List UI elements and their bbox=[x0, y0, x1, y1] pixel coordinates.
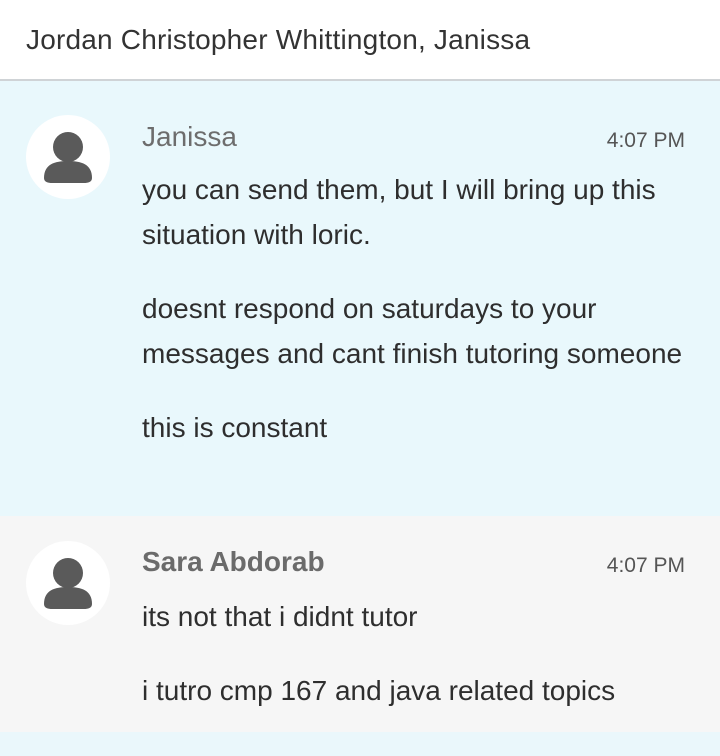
message-paragraph: doesnt respond on saturdays to your mess… bbox=[142, 293, 683, 369]
avatar[interactable] bbox=[26, 541, 110, 625]
person-icon bbox=[44, 132, 92, 183]
message-body: you can send them, but I will bring up t… bbox=[142, 167, 692, 479]
message-paragraph: its not that i didnt tutor bbox=[142, 601, 418, 632]
message-item: Janissa 4:07 PM you can send them, but I… bbox=[0, 81, 720, 516]
message-body: its not that i didnt tutor i tutro cmp 1… bbox=[142, 594, 692, 742]
conversation-title: Jordan Christopher Whittington, Janissa bbox=[26, 23, 531, 55]
message-timestamp: 4:07 PM bbox=[606, 554, 685, 577]
message-paragraph: this is constant bbox=[142, 412, 328, 443]
avatar[interactable] bbox=[26, 115, 110, 199]
conversation-header: Jordan Christopher Whittington, Janissa bbox=[0, 0, 720, 81]
sender-name[interactable]: Janissa bbox=[142, 121, 237, 153]
message-paragraph: i tutro cmp 167 and java related topics bbox=[142, 675, 616, 706]
person-icon bbox=[44, 558, 92, 609]
message-paragraph: you can send them, but I will bring up t… bbox=[142, 174, 656, 250]
message-timestamp: 4:07 PM bbox=[606, 129, 685, 152]
message-item: Sara Abdorab 4:07 PM its not that i didn… bbox=[0, 516, 720, 732]
sender-name[interactable]: Sara Abdorab bbox=[142, 546, 325, 578]
